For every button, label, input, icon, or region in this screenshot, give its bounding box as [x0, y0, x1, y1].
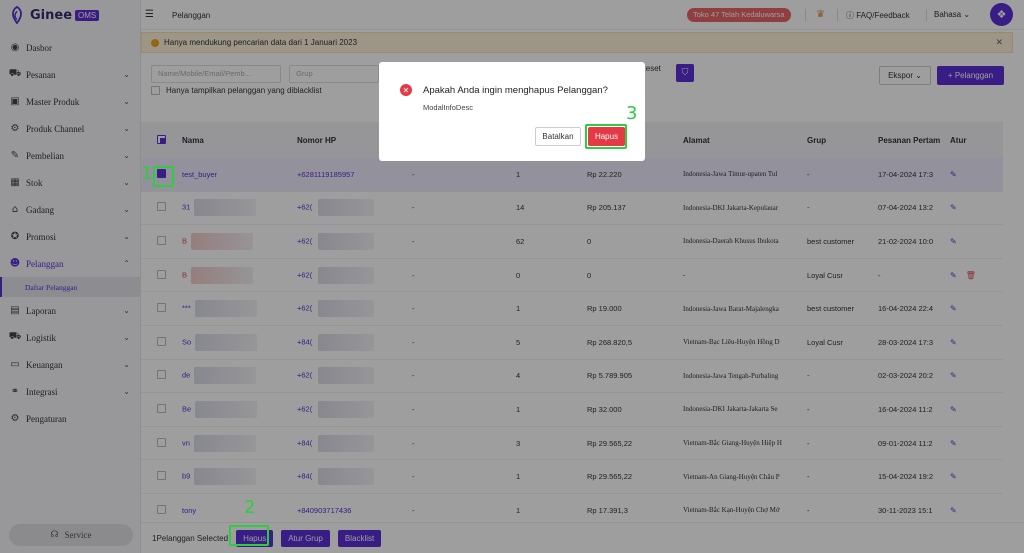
- step-3-highlight: [585, 124, 627, 149]
- cancel-button[interactable]: Batalkan: [535, 127, 581, 146]
- error-icon: ✕: [400, 84, 412, 96]
- modal-description: ModalInfoDesc: [423, 103, 474, 112]
- step-1-number: 1: [141, 163, 153, 184]
- step-3-number: 3: [626, 103, 638, 124]
- app: Ginee OMS ◉ Dasbor ⛟ Pesanan ⌄ ▣ Master Produk…: [0, 0, 1024, 553]
- step-1-highlight: [153, 166, 174, 187]
- step-2-highlight: [229, 525, 269, 546]
- step-2-number: 2: [244, 497, 256, 518]
- modal-title: Apakah Anda ingin menghapus Pelanggan?: [423, 85, 608, 96]
